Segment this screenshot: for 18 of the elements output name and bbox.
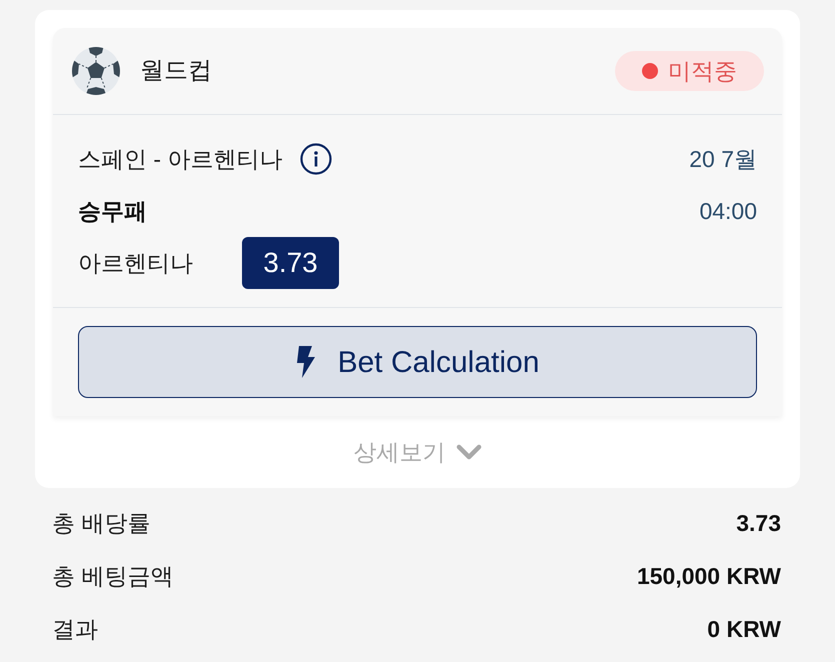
status-label: 미적중 [668,56,737,86]
match-date: 20 7월 [689,144,757,174]
match-time: 04:00 [699,196,757,226]
match-teams: 스페인 - 아르헨티나 [78,144,282,174]
summary-label: 총 배당률 [52,509,150,538]
summary-value: 150,000 KRW [636,562,781,592]
info-icon[interactable] [300,143,332,175]
lightning-bolt-icon [296,346,316,378]
summary-label: 총 베팅금액 [52,562,174,592]
soccer-ball-icon [72,47,120,95]
summary-value: 3.73 [736,509,781,538]
pick-name: 아르헨티나 [78,248,194,278]
league-title: 월드컵 [140,56,212,86]
bet-calculation-button[interactable]: Bet Calculation [78,326,757,398]
summary-label: 결과 [52,615,98,644]
summary-value: 0 KRW [707,615,781,644]
odds-badge: 3.73 [242,237,339,289]
market-name: 승무패 [78,196,147,226]
